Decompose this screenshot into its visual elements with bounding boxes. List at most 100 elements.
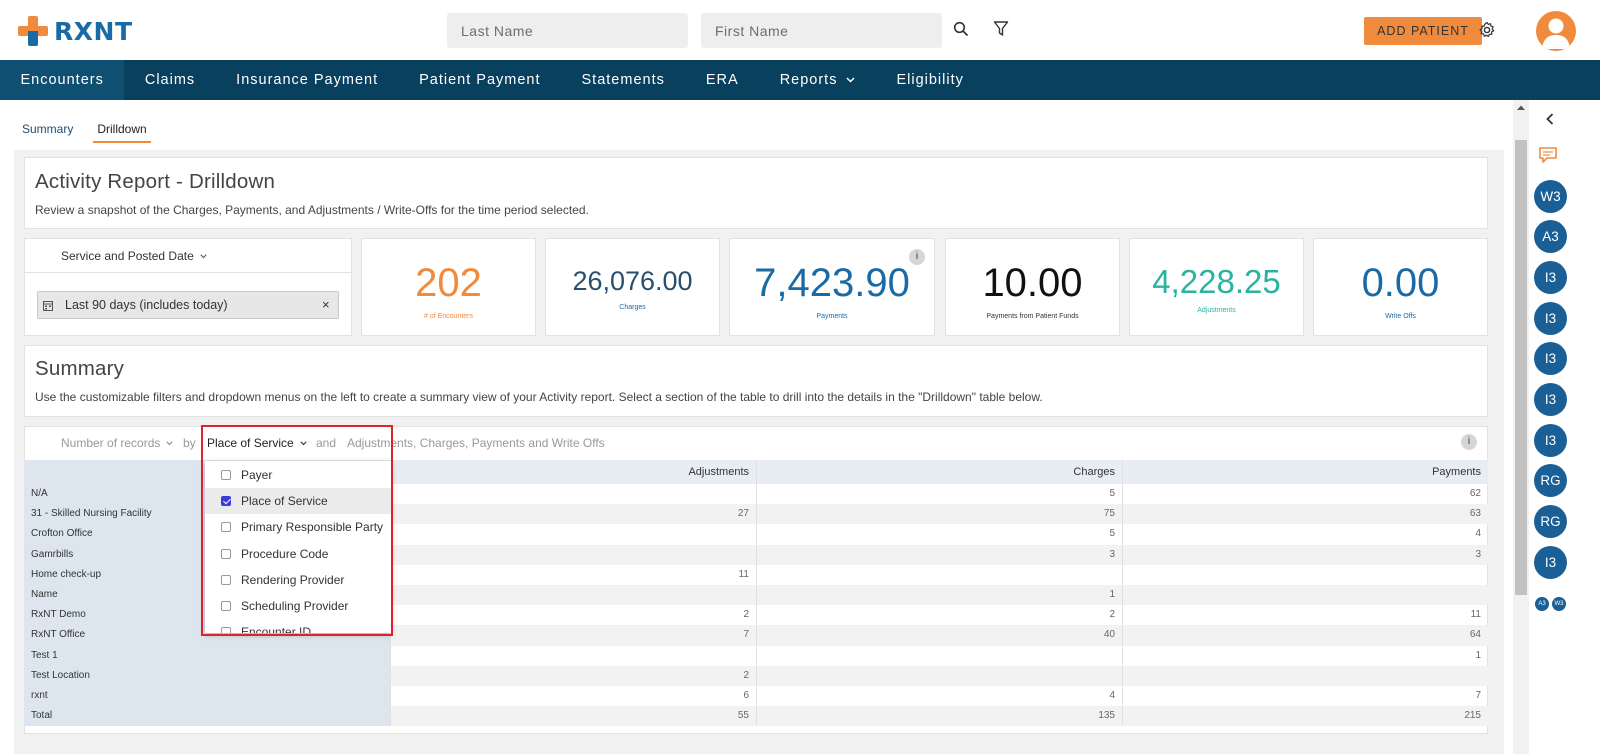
rxnt-logo[interactable]: RXNT (18, 14, 133, 48)
user-avatar[interactable] (1536, 11, 1576, 51)
scroll-up-arrow-icon[interactable] (1516, 104, 1526, 111)
kpi-write-offs-label: Write Offs (1385, 313, 1416, 320)
user-badge[interactable]: W3 (1534, 180, 1567, 213)
charges-cell[interactable]: 5 (756, 484, 1122, 505)
adjustments-cell[interactable]: 11 (390, 564, 756, 585)
kpi-payments-label: Payments (816, 313, 848, 320)
nav-patient-payment[interactable]: Patient Payment (399, 60, 561, 100)
charges-cell[interactable]: 75 (756, 504, 1122, 525)
charges-cell[interactable] (756, 645, 1122, 666)
clear-date-icon[interactable]: × (322, 297, 330, 312)
adjustments-cell[interactable]: 27 (390, 504, 756, 525)
kpi-charges[interactable]: 26,076.00 Charges (545, 238, 720, 336)
collapse-chevron-icon[interactable] (1546, 113, 1554, 125)
column-header-adjustments[interactable]: Adjustments (390, 460, 756, 484)
user-badge[interactable]: I3 (1534, 302, 1567, 335)
nav-era[interactable]: ERA (685, 60, 759, 100)
charges-cell[interactable]: 4 (756, 686, 1122, 707)
table-row[interactable]: Test 1 1 (24, 645, 1488, 666)
payments-cell[interactable]: 4 (1122, 524, 1488, 545)
user-badge[interactable]: I3 (1534, 383, 1567, 416)
search-icon[interactable] (950, 18, 972, 40)
page-scrollbar[interactable] (1513, 100, 1529, 754)
user-badge[interactable]: I3 (1534, 342, 1567, 375)
nav-encounters[interactable]: Encounters (0, 60, 125, 100)
charges-cell[interactable]: 135 (756, 706, 1122, 727)
nav-insurance-payment[interactable]: Insurance Payment (216, 60, 399, 100)
user-badge[interactable]: RG (1534, 505, 1567, 538)
adjustments-cell[interactable]: 6 (390, 686, 756, 707)
mini-user-badge[interactable]: A3 (1535, 597, 1549, 611)
charges-cell[interactable]: 3 (756, 544, 1122, 565)
payments-cell[interactable]: 64 (1122, 625, 1488, 646)
table-total-row[interactable]: Total 55 135 215 (24, 706, 1488, 727)
payments-cell[interactable]: 215 (1122, 706, 1488, 727)
chat-icon[interactable] (1538, 146, 1558, 165)
kpi-write-offs[interactable]: 0.00 Write Offs (1313, 238, 1488, 336)
payments-cell[interactable]: 1 (1122, 645, 1488, 666)
adjustments-cell[interactable]: 2 (390, 665, 756, 686)
gear-icon[interactable] (1476, 19, 1498, 41)
nav-reports[interactable]: Reports (759, 60, 876, 100)
column-header-charges[interactable]: Charges (756, 460, 1122, 484)
payments-cell[interactable]: 7 (1122, 686, 1488, 707)
adjustments-cell[interactable] (390, 524, 756, 545)
user-badge[interactable]: I3 (1534, 546, 1567, 579)
kpi-patient-funds-value: 10.00 (982, 261, 1083, 305)
payments-cell[interactable] (1122, 564, 1488, 585)
adjustments-cell[interactable] (390, 544, 756, 565)
last-name-input[interactable] (447, 13, 688, 48)
top-header: RXNT ADD PATIENT (0, 0, 1600, 60)
user-badge[interactable]: I3 (1534, 424, 1567, 457)
kpi-patient-funds-label: Payments from Patient Funds (986, 313, 1079, 320)
table-row[interactable]: rxnt 6 4 7 (24, 686, 1488, 707)
charges-cell[interactable]: 1 (756, 585, 1122, 606)
nav-claims[interactable]: Claims (124, 60, 215, 100)
adjustments-cell[interactable] (390, 645, 756, 666)
nav-statements[interactable]: Statements (561, 60, 685, 100)
measure-dropdown[interactable]: Number of records (61, 436, 173, 450)
charges-cell[interactable]: 2 (756, 605, 1122, 626)
scrollbar-thumb[interactable] (1515, 140, 1527, 595)
adjustments-cell[interactable]: 2 (390, 605, 756, 626)
charges-cell[interactable] (756, 665, 1122, 686)
add-patient-button[interactable]: ADD PATIENT (1364, 17, 1482, 45)
kpi-adjustments-value: 4,228.25 (1152, 263, 1281, 300)
adjustments-cell[interactable] (390, 585, 756, 606)
charges-cell[interactable] (756, 564, 1122, 585)
kpi-patient-funds[interactable]: 10.00 Payments from Patient Funds (945, 238, 1120, 336)
user-badge[interactable]: RG (1534, 464, 1567, 497)
nav-eligibility[interactable]: Eligibility (876, 60, 984, 100)
date-type-dropdown[interactable]: Service and Posted Date (61, 249, 207, 263)
table-row[interactable]: Test Location 2 (24, 665, 1488, 686)
user-badge[interactable]: A3 (1534, 220, 1567, 253)
kpi-payments[interactable]: 7,423.90 Payments i (729, 238, 935, 336)
kpi-encounters[interactable]: 202 # of Encounters (361, 238, 536, 336)
report-description: Review a snapshot of the Charges, Paymen… (35, 203, 589, 217)
date-range-chip[interactable]: Last 90 days (includes today) × (37, 291, 339, 319)
column-header-payments[interactable]: Payments (1122, 460, 1488, 484)
payments-cell[interactable]: 11 (1122, 605, 1488, 626)
filter-icon[interactable] (990, 18, 1012, 40)
tab-summary[interactable]: Summary (22, 122, 73, 143)
highlight-box (201, 425, 393, 636)
charges-cell[interactable]: 5 (756, 524, 1122, 545)
kpi-adjustments[interactable]: 4,228.25 Adjustments (1129, 238, 1304, 336)
payments-cell[interactable]: 63 (1122, 504, 1488, 525)
payments-cell[interactable] (1122, 665, 1488, 686)
payments-cell[interactable]: 3 (1122, 544, 1488, 565)
adjustments-cell[interactable] (390, 484, 756, 505)
payments-cell[interactable] (1122, 585, 1488, 606)
kpi-payments-value: 7,423.90 (754, 261, 910, 305)
payments-cell[interactable]: 62 (1122, 484, 1488, 505)
first-name-input[interactable] (701, 13, 942, 48)
adjustments-cell[interactable]: 7 (390, 625, 756, 646)
info-icon[interactable]: i (909, 249, 925, 265)
user-badge[interactable]: I3 (1534, 261, 1567, 294)
divider (25, 272, 351, 273)
info-icon[interactable]: i (1461, 434, 1477, 450)
charges-cell[interactable]: 40 (756, 625, 1122, 646)
tab-drilldown[interactable]: Drilldown (93, 122, 151, 143)
mini-user-badge[interactable]: W3 (1552, 597, 1566, 611)
adjustments-cell[interactable]: 55 (390, 706, 756, 727)
